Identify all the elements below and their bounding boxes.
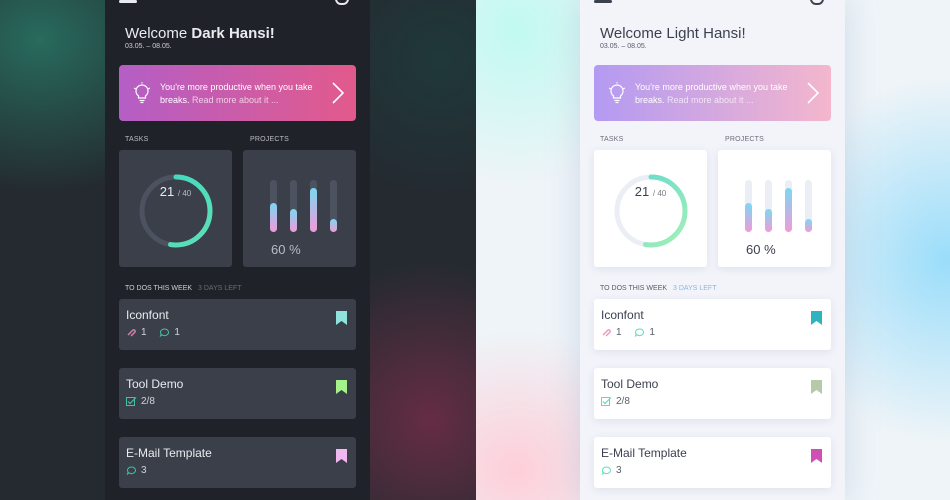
bookmark-icon[interactable] <box>811 380 822 394</box>
todo-card-email-template[interactable]: E-Mail Template 3 <box>594 437 831 488</box>
todo-title: E-Mail Template <box>601 446 687 460</box>
tip-banner[interactable]: You're more productive when you take bre… <box>119 65 356 121</box>
paperclip-icon <box>602 328 611 337</box>
project-bar-fill <box>290 208 297 232</box>
checkbox-icon <box>601 396 612 406</box>
comment-icon <box>635 328 645 337</box>
projects-label: PROJECTS <box>725 136 764 143</box>
welcome-heading: Welcome Dark Hansi! <box>125 25 275 42</box>
todo-meta: 3 <box>601 465 622 476</box>
bookmark-icon[interactable] <box>811 449 822 463</box>
todo-title: Tool Demo <box>126 377 184 391</box>
tasks-card[interactable]: 21 / 40 <box>594 150 707 267</box>
todo-title: Tool Demo <box>601 377 659 391</box>
days-left-label: 3 DAYS LEFT <box>673 285 717 292</box>
bookmark-icon[interactable] <box>336 380 347 394</box>
todo-section-label: TO DOS THIS WEEK 3 DAYS LEFT <box>600 285 717 292</box>
read-more-link[interactable]: Read more about it ... <box>190 95 279 105</box>
todo-card-tool-demo[interactable]: Tool Demo 2/8 <box>119 368 356 419</box>
banner-text: You're more productive when you take bre… <box>635 82 788 105</box>
todo-title: Iconfont <box>126 308 169 322</box>
bookmark-icon[interactable] <box>336 311 347 325</box>
project-bar-1 <box>745 180 752 232</box>
projects-card[interactable]: 60 % <box>243 150 356 267</box>
light-phone-screen: Welcome Light Hansi! 03.05. – 08.05. You… <box>580 0 845 500</box>
tasks-count: 21 / 40 <box>634 184 667 199</box>
project-bar-1 <box>270 180 277 232</box>
project-bar-fill <box>310 187 317 232</box>
projects-label: PROJECTS <box>250 136 289 143</box>
todo-section-label: TO DOS THIS WEEK 3 DAYS LEFT <box>125 285 242 292</box>
todo-meta: 1 1 <box>126 327 180 338</box>
todo-card-email-template[interactable]: E-Mail Template 3 <box>119 437 356 488</box>
tasks-label: TASKS <box>125 136 149 143</box>
todo-meta: 2/8 <box>601 396 630 407</box>
project-bar-fill <box>805 219 812 232</box>
projects-card[interactable]: 60 % <box>718 150 831 267</box>
comment-icon <box>160 328 170 337</box>
date-range: 03.05. – 08.05. <box>125 43 172 50</box>
bell-icon[interactable] <box>335 0 349 5</box>
menu-icon[interactable] <box>119 0 137 3</box>
lightbulb-icon <box>608 82 626 104</box>
bookmark-icon[interactable] <box>336 449 347 463</box>
tasks-count: 21 / 40 <box>159 184 192 199</box>
todo-meta: 3 <box>126 465 147 476</box>
project-bar-4 <box>330 180 337 232</box>
todo-meta: 2/8 <box>126 396 155 407</box>
banner-text: You're more productive when you take bre… <box>160 82 313 105</box>
todo-card-iconfont[interactable]: Iconfont 1 1 <box>594 299 831 350</box>
comment-icon <box>126 466 136 475</box>
project-bar-2 <box>290 180 297 232</box>
lightbulb-icon <box>133 82 151 104</box>
todo-title: Iconfont <box>601 308 644 322</box>
tip-banner[interactable]: You're more productive when you take bre… <box>594 65 831 121</box>
projects-percent: 60 % <box>271 242 301 257</box>
read-more-link[interactable]: Read more about it ... <box>665 95 754 105</box>
tasks-card[interactable]: 21 / 40 <box>119 150 232 267</box>
comment-icon <box>601 466 611 475</box>
bookmark-icon[interactable] <box>811 311 822 325</box>
todo-title: E-Mail Template <box>126 446 212 460</box>
project-bar-fill <box>330 219 337 232</box>
bell-icon[interactable] <box>810 0 824 5</box>
user-name: Dark Hansi! <box>191 25 275 42</box>
project-bar-3 <box>785 180 792 232</box>
todo-meta: 1 1 <box>601 327 655 338</box>
chevron-right-icon[interactable] <box>805 81 821 105</box>
project-bar-fill <box>270 203 277 232</box>
project-bars <box>745 180 815 232</box>
date-range: 03.05. – 08.05. <box>600 43 647 50</box>
todo-card-iconfont[interactable]: Iconfont 1 1 <box>119 299 356 350</box>
project-bar-fill <box>765 208 772 232</box>
project-bar-2 <box>765 180 772 232</box>
paperclip-icon <box>127 328 136 337</box>
projects-percent: 60 % <box>746 242 776 257</box>
dark-phone-screen: Welcome Dark Hansi! 03.05. – 08.05. You'… <box>105 0 370 500</box>
project-bar-4 <box>805 180 812 232</box>
chevron-right-icon[interactable] <box>330 81 346 105</box>
welcome-heading: Welcome Light Hansi! <box>600 25 746 42</box>
project-bar-fill <box>745 203 752 232</box>
todo-card-tool-demo[interactable]: Tool Demo 2/8 <box>594 368 831 419</box>
project-bar-3 <box>310 180 317 232</box>
days-left-label: 3 DAYS LEFT <box>198 285 242 292</box>
checkbox-icon <box>126 396 137 406</box>
tasks-label: TASKS <box>600 136 624 143</box>
project-bar-fill <box>785 187 792 232</box>
project-bars <box>270 180 340 232</box>
menu-icon[interactable] <box>594 0 612 3</box>
user-name: Light Hansi! <box>666 25 746 42</box>
